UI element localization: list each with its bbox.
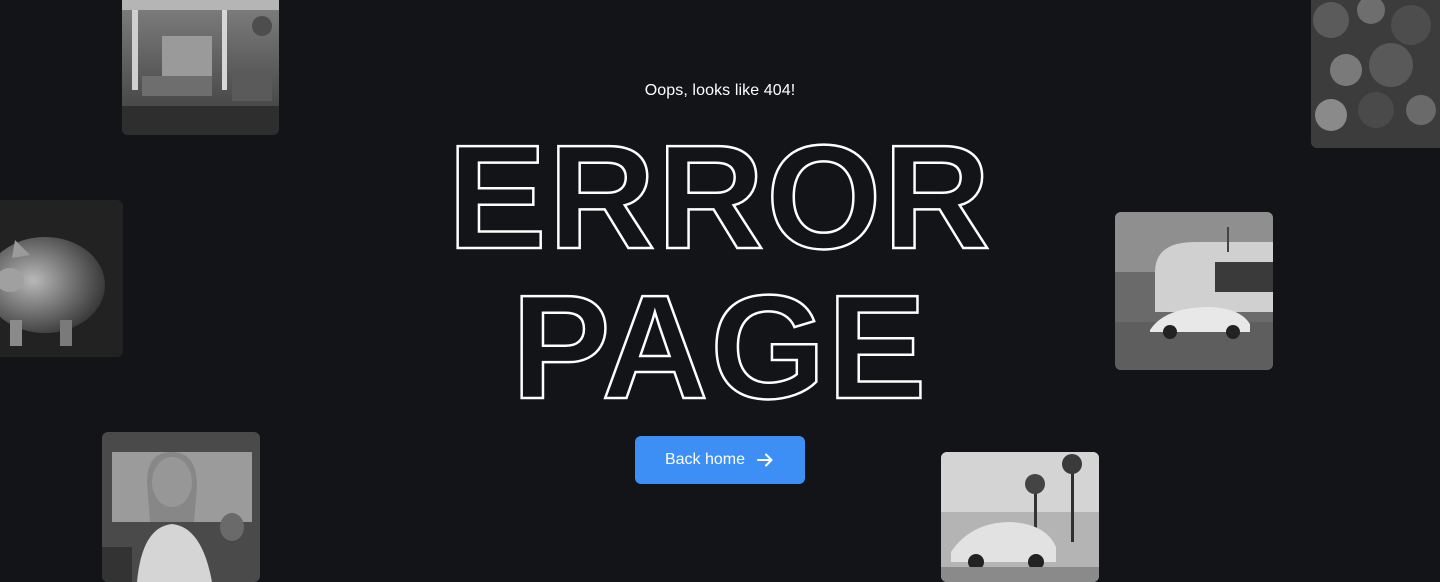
headline-line-error: ERROR	[448, 115, 992, 280]
back-home-label: Back home	[664, 451, 746, 468]
classic-car-palm-photo	[941, 452, 1099, 582]
headline-line-page: PAGE	[512, 265, 928, 410]
smiling-woman-photo	[102, 432, 260, 582]
error-subtitle: Oops, looks like 404!	[644, 82, 796, 99]
back-home-button[interactable]: Back home	[635, 436, 805, 484]
error-headline: ERROR PAGE	[0, 100, 1440, 410]
arrow-right-icon	[757, 453, 773, 467]
